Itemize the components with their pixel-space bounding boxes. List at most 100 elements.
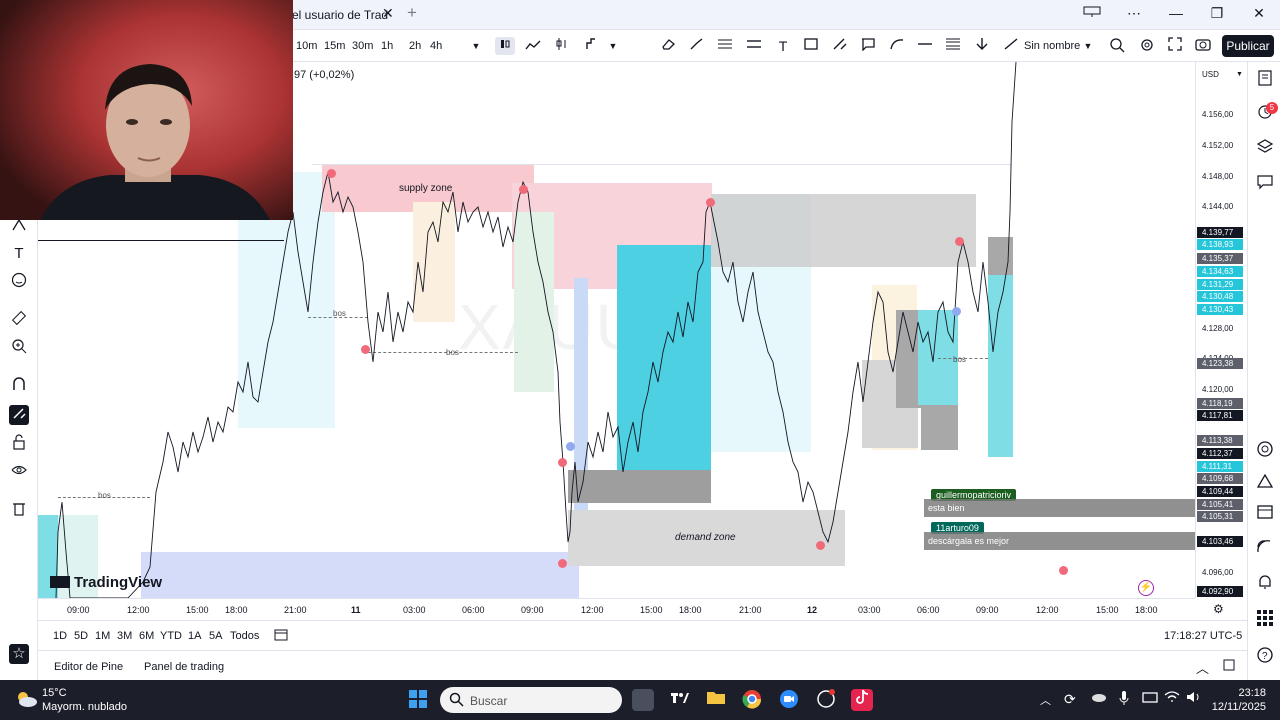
ruler-icon[interactable] bbox=[9, 310, 29, 330]
timeframe-4h[interactable]: 4h bbox=[430, 40, 442, 52]
text-tool-left-icon[interactable]: T bbox=[9, 244, 29, 264]
chrome-icon[interactable] bbox=[741, 689, 763, 711]
task-view-icon[interactable] bbox=[632, 689, 654, 711]
horizontal-line-icon[interactable] bbox=[915, 37, 935, 55]
fib-icon[interactable] bbox=[715, 37, 735, 55]
range-1m[interactable]: 1M bbox=[95, 630, 110, 642]
obs-app-icon[interactable] bbox=[815, 689, 837, 711]
timeframe-10m[interactable]: 10m bbox=[296, 40, 317, 52]
timeframe-30m[interactable]: 30m bbox=[352, 40, 373, 52]
arrow-down-icon[interactable] bbox=[972, 37, 992, 55]
trend-line-icon[interactable] bbox=[1001, 37, 1021, 55]
camera-icon[interactable] bbox=[1193, 37, 1213, 55]
trading-panel-tab[interactable]: Panel de trading bbox=[144, 661, 224, 673]
time-axis[interactable]: 09:00 12:00 15:00 18:00 21:00 11 03:00 0… bbox=[38, 598, 1224, 620]
help-icon[interactable]: ? bbox=[1254, 646, 1276, 668]
templates-dropdown-icon[interactable]: ▼ bbox=[603, 37, 623, 55]
settings-gear-icon[interactable] bbox=[1137, 37, 1157, 55]
range-3m[interactable]: 3M bbox=[117, 630, 132, 642]
tiktok-live-icon[interactable] bbox=[851, 689, 873, 711]
minimize-icon[interactable]: — bbox=[1166, 5, 1186, 21]
chart-clock[interactable]: 17:18:27 UTC-5 bbox=[1164, 630, 1242, 642]
taskbar-date[interactable]: 12/11/2025 bbox=[1198, 701, 1266, 713]
magnet-icon[interactable] bbox=[9, 376, 29, 396]
tab-close-icon[interactable]: ✕ bbox=[382, 5, 394, 22]
timeframe-15m[interactable]: 15m bbox=[324, 40, 345, 52]
range-5a[interactable]: 5A bbox=[209, 630, 222, 642]
stay-in-drawing-mode-icon[interactable] bbox=[9, 405, 29, 425]
taskbar-search-box[interactable]: Buscar bbox=[440, 687, 622, 713]
taskbar-time[interactable]: 23:18 bbox=[1210, 687, 1266, 699]
axis-settings-icon[interactable]: ⚙ bbox=[1213, 602, 1224, 616]
tradingview-app-icon[interactable] bbox=[669, 689, 691, 711]
eraser-icon[interactable] bbox=[659, 37, 679, 55]
range-ytd[interactable]: YTD bbox=[160, 630, 182, 642]
calendar-range-icon[interactable] bbox=[274, 627, 288, 644]
eye-icon[interactable] bbox=[9, 462, 29, 482]
brush-icon[interactable] bbox=[687, 37, 707, 55]
favorites-star-icon[interactable]: ☆ bbox=[9, 644, 29, 664]
currency-dropdown-icon[interactable]: ▼ bbox=[1236, 71, 1243, 78]
tray-network-icon[interactable] bbox=[1142, 690, 1158, 709]
layout-name[interactable]: Sin nombre bbox=[1024, 40, 1080, 52]
timeframe-2h[interactable]: 2h bbox=[409, 40, 421, 52]
range-1d[interactable]: 1D bbox=[53, 630, 67, 642]
currency-label[interactable]: USD bbox=[1202, 70, 1219, 79]
window-close-icon[interactable]: ✕ bbox=[1249, 5, 1269, 22]
zoom-search-icon[interactable] bbox=[1107, 37, 1127, 55]
chat-icon[interactable] bbox=[1254, 174, 1276, 196]
weather-description[interactable]: Mayorm. nublado bbox=[42, 701, 127, 713]
timeframe-1h[interactable]: 1h bbox=[381, 40, 393, 52]
zoom-app-icon[interactable] bbox=[778, 689, 800, 711]
maximize-icon[interactable]: ❐ bbox=[1207, 5, 1227, 22]
tray-sync-icon[interactable]: ⟳ bbox=[1064, 691, 1076, 708]
target-icon[interactable] bbox=[1254, 440, 1276, 462]
file-explorer-icon[interactable] bbox=[705, 689, 727, 711]
maximize-panel-icon[interactable] bbox=[1223, 659, 1235, 674]
trash-icon[interactable] bbox=[9, 500, 29, 520]
watchlist-icon[interactable] bbox=[1254, 70, 1276, 92]
timeframe-dropdown-icon[interactable]: ▼ bbox=[466, 37, 486, 55]
pine-editor-tab[interactable]: Editor de Pine bbox=[54, 661, 123, 673]
lightning-icon[interactable]: ⚡ bbox=[1138, 580, 1154, 596]
tray-cloud-icon[interactable] bbox=[1091, 691, 1107, 706]
comment-icon[interactable] bbox=[858, 37, 878, 55]
weather-cloud-icon[interactable] bbox=[14, 689, 38, 712]
range-6m[interactable]: 6M bbox=[139, 630, 154, 642]
price-axis[interactable]: USD ▼ 4.156,00 4.152,00 4.148,00 4.144,0… bbox=[1195, 62, 1247, 598]
signal-icon[interactable] bbox=[1254, 538, 1276, 560]
range-5d[interactable]: 5D bbox=[74, 630, 88, 642]
line-chart-icon[interactable] bbox=[523, 37, 543, 55]
rectangle-icon[interactable] bbox=[801, 37, 821, 55]
lock-icon[interactable] bbox=[9, 434, 29, 454]
channel-icon[interactable] bbox=[744, 37, 764, 55]
indicators-icon[interactable] bbox=[552, 37, 572, 55]
tray-microphone-icon[interactable] bbox=[1118, 690, 1130, 709]
ideas-icon[interactable] bbox=[1254, 472, 1276, 494]
layers-icon[interactable] bbox=[1254, 138, 1276, 160]
layout-icon[interactable] bbox=[1082, 5, 1102, 21]
apps-grid-icon[interactable] bbox=[1254, 609, 1276, 631]
calendar-icon[interactable] bbox=[1254, 502, 1276, 524]
tray-chevron-icon[interactable]: ︿ bbox=[1040, 692, 1051, 708]
notification-bell-icon[interactable] bbox=[1254, 573, 1276, 595]
candles-icon[interactable] bbox=[495, 37, 515, 55]
range-todos[interactable]: Todos bbox=[230, 630, 259, 642]
pen-icon[interactable] bbox=[830, 37, 850, 55]
tab-title[interactable]: el usuario de Trad bbox=[292, 8, 388, 22]
collapse-panel-icon[interactable]: ︿ bbox=[1196, 658, 1209, 677]
windows-start-icon[interactable] bbox=[407, 689, 429, 711]
publish-button[interactable]: Publicar bbox=[1222, 35, 1274, 57]
path-icon[interactable] bbox=[887, 37, 907, 55]
range-1a[interactable]: 1A bbox=[188, 630, 201, 642]
lines-icon[interactable] bbox=[943, 37, 963, 55]
fullscreen-icon[interactable] bbox=[1165, 37, 1185, 55]
tray-wifi-icon[interactable] bbox=[1164, 690, 1180, 707]
weather-temperature[interactable]: 15°C bbox=[42, 687, 67, 699]
more-icon[interactable]: ⋯ bbox=[1124, 5, 1144, 22]
zoom-in-icon[interactable] bbox=[9, 338, 29, 358]
layout-dropdown-icon[interactable]: ▼ bbox=[1078, 37, 1098, 55]
templates-icon[interactable] bbox=[581, 37, 601, 55]
new-tab-icon[interactable]: + bbox=[407, 3, 417, 23]
text-tool-icon[interactable]: T bbox=[773, 37, 793, 55]
